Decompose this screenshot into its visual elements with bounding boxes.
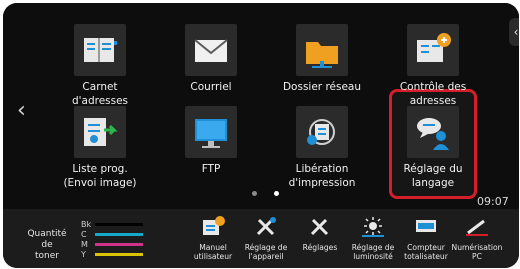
shortcut-label: Réglage de l'appareil [244,243,288,261]
screen: ‹ ‹ Carnet d'adresses Courriel Dossier r… [0,0,520,269]
shortcut-label: Numérisation PC [451,243,503,261]
tile-label: Libération d'impression [288,163,356,189]
bottom-bar: Quantité de toner Bk C M Y Manuel utilis… [3,209,519,268]
tile-label: Réglage du langage [403,163,463,189]
page-dot[interactable] [252,191,257,196]
settings-icon [307,215,333,237]
shortcut-label: Réglages [302,243,338,252]
folder-icon [296,24,348,76]
toner-level-bar [95,233,143,236]
prev-page-button[interactable]: ‹ [17,98,35,126]
tile-label: Liste prog. (Envoi image) [63,163,137,189]
tile-courriel[interactable]: Courriel [156,14,266,108]
page-dot-active[interactable] [274,191,279,196]
brightness-icon [360,215,386,237]
clock: 09:07 [477,195,509,208]
toner-key: C [81,230,87,239]
tile-liberation-impression[interactable]: Libération d'impression [267,96,377,190]
toner-key: M [81,240,88,249]
tile-controle-adresses[interactable]: Contrôle des adresses [378,14,488,108]
tile-dossier-reseau[interactable]: Dossier réseau [267,14,377,108]
tile-label: Courriel [190,81,232,93]
program-list-icon [74,106,126,158]
toner-key: Bk [81,220,92,229]
toner-key: Y [81,250,86,259]
tile-label: FTP [201,163,221,175]
address-check-icon [407,24,459,76]
chevron-left-icon: ‹ [17,98,26,123]
envelope-icon [185,24,237,76]
tile-carnet-adresses[interactable]: Carnet d'adresses [45,14,155,108]
shortcut-label: Compteur totalisateur [404,243,448,261]
toner-title: Quantité de toner [27,229,67,261]
home-panel: ‹ ‹ Carnet d'adresses Courriel Dossier r… [3,3,519,268]
main-area: ‹ ‹ Carnet d'adresses Courriel Dossier r… [3,3,519,209]
manual-icon [200,215,226,237]
toner-level-bar [95,243,143,246]
tile-reglage-langage[interactable]: Réglage du langage [378,96,488,190]
shortcut-label: Réglage de luminosité [351,243,395,261]
toner-level-bar [95,253,143,256]
shortcut-label: Manuel utilisateur [193,243,233,261]
device-settings-icon [253,215,279,237]
print-release-icon [296,106,348,158]
toner-level-bar [95,223,143,226]
tile-liste-prog[interactable]: Liste prog. (Envoi image) [45,96,155,190]
address-book-icon [74,24,126,76]
side-panel-tab[interactable]: ‹ [509,18,519,46]
page-indicator [249,189,289,199]
chevron-left-icon: ‹ [513,25,519,39]
monitor-icon [185,106,237,158]
counter-icon [413,215,439,237]
language-icon [407,106,459,158]
tile-label: Dossier réseau [282,81,362,93]
pc-scan-icon [464,215,490,237]
tile-ftp[interactable]: FTP [156,96,266,190]
